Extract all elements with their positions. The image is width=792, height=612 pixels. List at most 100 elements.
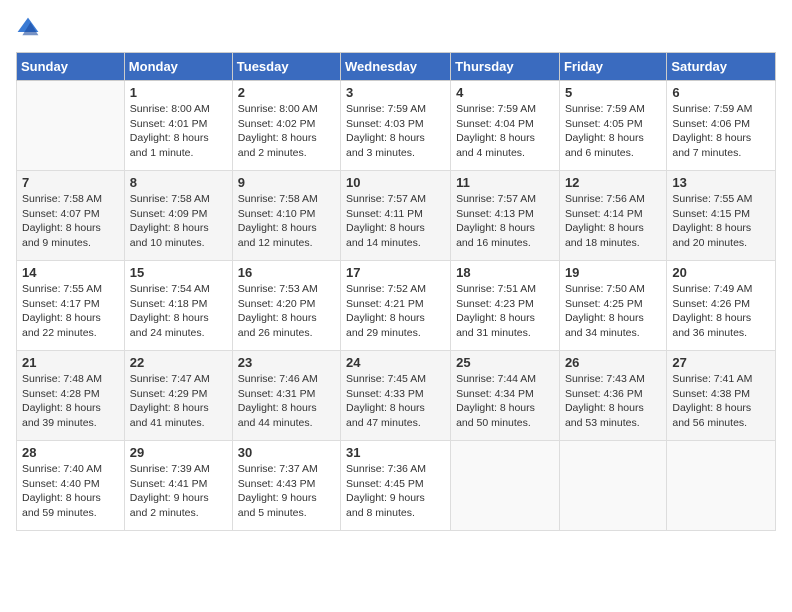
day-header-monday: Monday — [124, 53, 232, 81]
calendar-cell: 19 Sunrise: 7:50 AMSunset: 4:25 PMDayligh… — [559, 261, 666, 351]
day-detail: Sunrise: 7:53 AMSunset: 4:20 PMDaylight:… — [238, 282, 335, 341]
day-detail: Sunrise: 8:00 AMSunset: 4:02 PMDaylight:… — [238, 102, 335, 161]
day-detail: Sunrise: 7:39 AMSunset: 4:41 PMDaylight:… — [130, 462, 227, 521]
day-number: 13 — [672, 175, 770, 190]
day-detail: Sunrise: 7:56 AMSunset: 4:14 PMDaylight:… — [565, 192, 661, 251]
day-number: 9 — [238, 175, 335, 190]
day-detail: Sunrise: 7:37 AMSunset: 4:43 PMDaylight:… — [238, 462, 335, 521]
day-number: 24 — [346, 355, 445, 370]
calendar-cell: 4 Sunrise: 7:59 AMSunset: 4:04 PMDaylight… — [451, 81, 560, 171]
calendar-cell: 13 Sunrise: 7:55 AMSunset: 4:15 PMDayligh… — [667, 171, 776, 261]
day-number: 27 — [672, 355, 770, 370]
calendar-cell: 31 Sunrise: 7:36 AMSunset: 4:45 PMDayligh… — [341, 441, 451, 531]
day-number: 25 — [456, 355, 554, 370]
day-detail: Sunrise: 7:59 AMSunset: 4:05 PMDaylight:… — [565, 102, 661, 161]
calendar-cell: 2 Sunrise: 8:00 AMSunset: 4:02 PMDaylight… — [232, 81, 340, 171]
calendar-cell — [559, 441, 666, 531]
day-detail: Sunrise: 7:45 AMSunset: 4:33 PMDaylight:… — [346, 372, 445, 431]
day-detail: Sunrise: 7:46 AMSunset: 4:31 PMDaylight:… — [238, 372, 335, 431]
day-detail: Sunrise: 8:00 AMSunset: 4:01 PMDaylight:… — [130, 102, 227, 161]
calendar-cell: 9 Sunrise: 7:58 AMSunset: 4:10 PMDaylight… — [232, 171, 340, 261]
day-header-sunday: Sunday — [17, 53, 125, 81]
day-detail: Sunrise: 7:58 AMSunset: 4:07 PMDaylight:… — [22, 192, 119, 251]
calendar-cell — [667, 441, 776, 531]
calendar-cell: 20 Sunrise: 7:49 AMSunset: 4:26 PMDayligh… — [667, 261, 776, 351]
day-number: 18 — [456, 265, 554, 280]
day-number: 6 — [672, 85, 770, 100]
day-detail: Sunrise: 7:49 AMSunset: 4:26 PMDaylight:… — [672, 282, 770, 341]
day-number: 28 — [22, 445, 119, 460]
calendar-cell — [451, 441, 560, 531]
day-number: 21 — [22, 355, 119, 370]
day-number: 31 — [346, 445, 445, 460]
calendar-cell: 7 Sunrise: 7:58 AMSunset: 4:07 PMDaylight… — [17, 171, 125, 261]
calendar-cell: 24 Sunrise: 7:45 AMSunset: 4:33 PMDayligh… — [341, 351, 451, 441]
calendar-cell: 8Sunrise: 7:58 AMSunset: 4:09 PMDaylight… — [124, 171, 232, 261]
day-detail: Sunrise: 7:40 AMSunset: 4:40 PMDaylight:… — [22, 462, 119, 521]
day-number: 23 — [238, 355, 335, 370]
day-number: 8 — [130, 175, 227, 190]
day-number: 12 — [565, 175, 661, 190]
calendar-cell: 17 Sunrise: 7:52 AMSunset: 4:21 PMDayligh… — [341, 261, 451, 351]
day-detail: Sunrise: 7:44 AMSunset: 4:34 PMDaylight:… — [456, 372, 554, 431]
day-number: 5 — [565, 85, 661, 100]
day-detail: Sunrise: 7:59 AMSunset: 4:03 PMDaylight:… — [346, 102, 445, 161]
day-detail: Sunrise: 7:59 AMSunset: 4:04 PMDaylight:… — [456, 102, 554, 161]
logo — [16, 16, 44, 40]
day-detail: Sunrise: 7:43 AMSunset: 4:36 PMDaylight:… — [565, 372, 661, 431]
calendar-cell: 14 Sunrise: 7:55 AMSunset: 4:17 PMDayligh… — [17, 261, 125, 351]
calendar-cell: 22 Sunrise: 7:47 AMSunset: 4:29 PMDayligh… — [124, 351, 232, 441]
day-number: 14 — [22, 265, 119, 280]
day-detail: Sunrise: 7:51 AMSunset: 4:23 PMDaylight:… — [456, 282, 554, 341]
calendar-cell: 25 Sunrise: 7:44 AMSunset: 4:34 PMDayligh… — [451, 351, 560, 441]
day-number: 19 — [565, 265, 661, 280]
calendar-cell: 1 Sunrise: 8:00 AMSunset: 4:01 PMDaylight… — [124, 81, 232, 171]
calendar-cell: 5 Sunrise: 7:59 AMSunset: 4:05 PMDaylight… — [559, 81, 666, 171]
calendar-cell: 23 Sunrise: 7:46 AMSunset: 4:31 PMDayligh… — [232, 351, 340, 441]
calendar-cell: 11 Sunrise: 7:57 AMSunset: 4:13 PMDayligh… — [451, 171, 560, 261]
calendar-cell: 29Sunrise: 7:39 AMSunset: 4:41 PMDayligh… — [124, 441, 232, 531]
header — [16, 16, 776, 40]
day-number: 30 — [238, 445, 335, 460]
day-number: 17 — [346, 265, 445, 280]
calendar-cell: 26 Sunrise: 7:43 AMSunset: 4:36 PMDayligh… — [559, 351, 666, 441]
day-detail: Sunrise: 7:36 AMSunset: 4:45 PMDaylight:… — [346, 462, 445, 521]
day-detail: Sunrise: 7:55 AMSunset: 4:15 PMDaylight:… — [672, 192, 770, 251]
calendar-table: SundayMondayTuesdayWednesdayThursdayFrid… — [16, 52, 776, 531]
day-number: 1 — [130, 85, 227, 100]
day-number: 22 — [130, 355, 227, 370]
day-detail: Sunrise: 7:58 AMSunset: 4:10 PMDaylight:… — [238, 192, 335, 251]
day-detail: Sunrise: 7:50 AMSunset: 4:25 PMDaylight:… — [565, 282, 661, 341]
day-number: 3 — [346, 85, 445, 100]
calendar-cell: 30 Sunrise: 7:37 AMSunset: 4:43 PMDayligh… — [232, 441, 340, 531]
day-detail: Sunrise: 7:54 AMSunset: 4:18 PMDaylight:… — [130, 282, 227, 341]
calendar-cell: 18 Sunrise: 7:51 AMSunset: 4:23 PMDayligh… — [451, 261, 560, 351]
calendar-cell: 27 Sunrise: 7:41 AMSunset: 4:38 PMDayligh… — [667, 351, 776, 441]
day-detail: Sunrise: 7:41 AMSunset: 4:38 PMDaylight:… — [672, 372, 770, 431]
day-number: 15 — [130, 265, 227, 280]
day-detail: Sunrise: 7:47 AMSunset: 4:29 PMDaylight:… — [130, 372, 227, 431]
day-number: 26 — [565, 355, 661, 370]
day-header-thursday: Thursday — [451, 53, 560, 81]
day-header-friday: Friday — [559, 53, 666, 81]
calendar-cell: 6 Sunrise: 7:59 AMSunset: 4:06 PMDaylight… — [667, 81, 776, 171]
day-detail: Sunrise: 7:55 AMSunset: 4:17 PMDaylight:… — [22, 282, 119, 341]
day-detail: Sunrise: 7:59 AMSunset: 4:06 PMDaylight:… — [672, 102, 770, 161]
day-header-wednesday: Wednesday — [341, 53, 451, 81]
day-header-saturday: Saturday — [667, 53, 776, 81]
day-number: 20 — [672, 265, 770, 280]
day-number: 11 — [456, 175, 554, 190]
day-detail: Sunrise: 7:57 AMSunset: 4:13 PMDaylight:… — [456, 192, 554, 251]
day-number: 10 — [346, 175, 445, 190]
day-number: 4 — [456, 85, 554, 100]
calendar-cell: 12 Sunrise: 7:56 AMSunset: 4:14 PMDayligh… — [559, 171, 666, 261]
day-number: 16 — [238, 265, 335, 280]
calendar-cell: 21Sunrise: 7:48 AMSunset: 4:28 PMDayligh… — [17, 351, 125, 441]
calendar-cell: 16 Sunrise: 7:53 AMSunset: 4:20 PMDayligh… — [232, 261, 340, 351]
day-number: 7 — [22, 175, 119, 190]
day-detail: Sunrise: 7:52 AMSunset: 4:21 PMDaylight:… — [346, 282, 445, 341]
calendar-cell: 3 Sunrise: 7:59 AMSunset: 4:03 PMDaylight… — [341, 81, 451, 171]
day-header-tuesday: Tuesday — [232, 53, 340, 81]
day-number: 2 — [238, 85, 335, 100]
logo-icon — [16, 16, 40, 40]
